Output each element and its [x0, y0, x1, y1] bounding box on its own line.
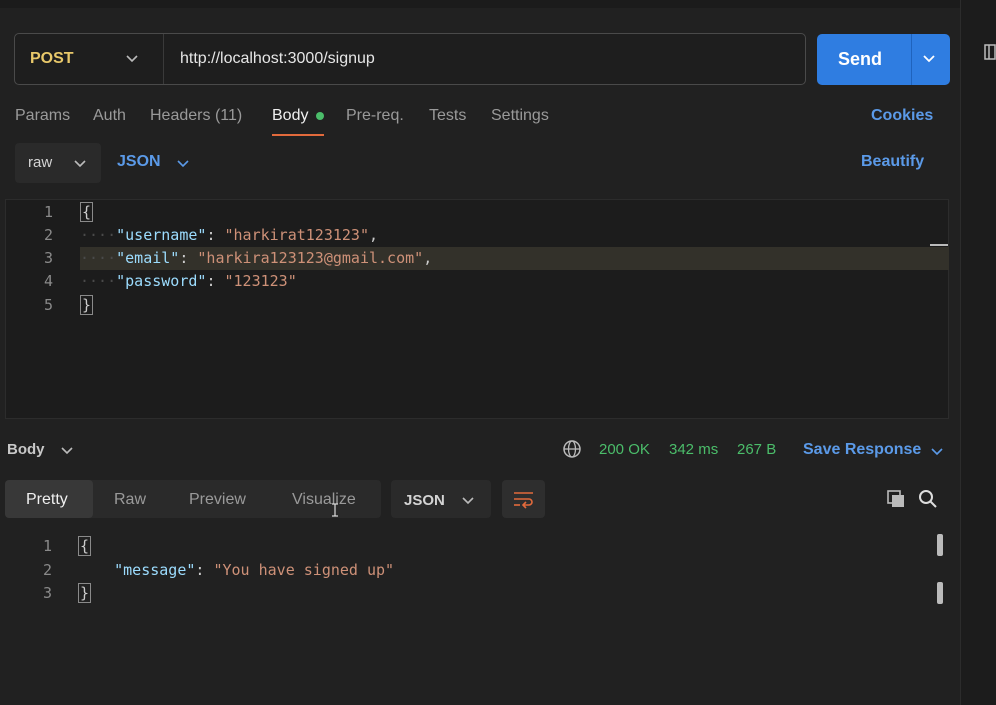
top-strip	[0, 0, 960, 8]
close-brace: }	[80, 295, 94, 315]
tab-raw[interactable]: Raw	[114, 491, 146, 509]
tab-auth[interactable]: Auth	[93, 107, 126, 125]
line-number: 3	[42, 584, 52, 602]
code-line: ····"username": "harkirat123123",	[80, 226, 379, 244]
search-icon[interactable]	[918, 489, 938, 509]
json-value: "123123"	[224, 272, 297, 290]
send-label: Send	[838, 49, 883, 69]
globe-icon[interactable]	[562, 439, 582, 459]
json-value: "harkira123123@gmail.com"	[197, 249, 424, 267]
line-number: 2	[42, 561, 52, 579]
chevron-down-icon	[126, 55, 138, 63]
open-brace: {	[78, 536, 92, 556]
tab-preview[interactable]: Preview	[189, 491, 246, 509]
body-format-select[interactable]: JSON	[117, 153, 161, 171]
code-line: }	[80, 295, 94, 315]
code-line: }	[78, 583, 92, 603]
url-input[interactable]: http://localhost:3000/signup	[180, 50, 375, 68]
tab-pretty[interactable]: Pretty	[26, 491, 68, 509]
json-key: "username"	[116, 226, 207, 244]
right-rail	[960, 0, 996, 705]
tab-settings[interactable]: Settings	[491, 107, 549, 125]
tab-headers-label: Headers	[150, 107, 211, 124]
active-tab-underline	[272, 134, 324, 136]
response-section-select[interactable]: Body	[7, 441, 45, 458]
json-value: "You have signed up"	[213, 561, 395, 579]
json-key: "password"	[116, 272, 207, 290]
editor-scroll-marker	[930, 244, 948, 246]
response-format-select[interactable]: JSON	[391, 480, 491, 518]
line-number: 3	[43, 249, 53, 267]
chevron-down-icon	[462, 497, 474, 505]
close-brace: }	[78, 583, 92, 603]
line-number: 1	[43, 203, 53, 221]
status-badge[interactable]: 200 OK	[599, 441, 650, 458]
cookies-link[interactable]: Cookies	[871, 107, 933, 125]
tab-headers[interactable]: Headers (11)	[150, 107, 242, 125]
code-line: {	[80, 202, 94, 222]
scrollbar-marker[interactable]	[937, 534, 943, 556]
comma: ,	[369, 226, 379, 244]
line-number: 4	[43, 272, 53, 290]
code-line: {	[78, 536, 92, 556]
wrap-lines-button[interactable]	[502, 480, 545, 518]
line-number: 2	[43, 226, 53, 244]
response-view-tabs: Pretty Raw Preview Visualize	[5, 480, 381, 518]
tab-tests[interactable]: Tests	[429, 107, 466, 125]
code-line: ····"email": "harkira123123@gmail.com",	[80, 249, 433, 267]
code-line: ····"password": "123123"	[80, 272, 297, 290]
open-brace: {	[80, 202, 94, 222]
comma: ,	[423, 249, 433, 267]
body-type-label: raw	[28, 154, 53, 171]
body-type-select[interactable]: raw	[15, 143, 101, 183]
json-key: "message"	[114, 561, 196, 579]
headers-count: (11)	[214, 107, 243, 124]
chevron-down-icon[interactable]	[930, 444, 944, 458]
json-value: "harkirat123123"	[224, 226, 370, 244]
tab-body[interactable]: Body	[272, 107, 308, 125]
send-button[interactable]: Send	[817, 34, 950, 85]
response-time[interactable]: 342 ms	[669, 441, 718, 458]
chevron-down-icon[interactable]	[60, 443, 74, 457]
documentation-icon[interactable]	[984, 44, 996, 60]
save-response-button[interactable]: Save Response	[803, 441, 921, 459]
response-size[interactable]: 267 B	[737, 441, 776, 458]
scrollbar-marker[interactable]	[937, 582, 943, 604]
response-format-label: JSON	[404, 492, 445, 509]
tab-pre-request[interactable]: Pre-req.	[346, 107, 404, 125]
code-line: "message": "You have signed up"	[114, 561, 395, 579]
send-divider	[911, 34, 912, 85]
beautify-button[interactable]: Beautify	[861, 153, 924, 171]
body-active-dot	[316, 112, 324, 120]
json-key: "email"	[116, 249, 180, 267]
tab-params[interactable]: Params	[15, 107, 70, 125]
text-cursor-icon	[332, 503, 338, 517]
tab-visualize[interactable]: Visualize	[292, 491, 356, 509]
url-bar: POST http://localhost:3000/signup	[14, 33, 806, 85]
chevron-down-icon[interactable]	[921, 52, 937, 66]
line-number: 5	[43, 296, 53, 314]
copy-icon[interactable]	[886, 489, 906, 509]
chevron-down-icon	[74, 160, 86, 168]
chevron-down-icon[interactable]	[176, 156, 190, 170]
line-number: 1	[42, 537, 52, 555]
method-select[interactable]: POST	[15, 34, 164, 84]
method-label: POST	[30, 50, 74, 67]
wrap-lines-icon	[514, 492, 533, 509]
